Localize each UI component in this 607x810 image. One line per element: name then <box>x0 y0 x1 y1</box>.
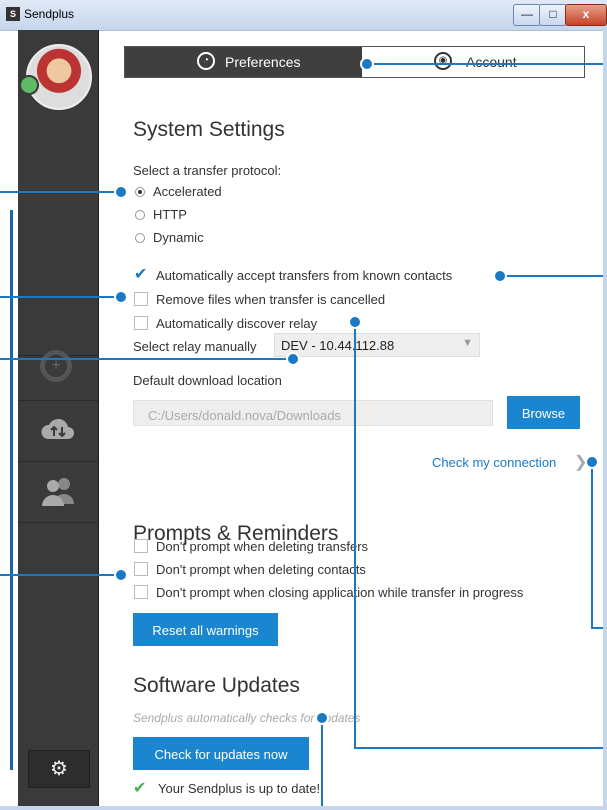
gear-icon: ⚙ <box>50 758 68 780</box>
sidebar-item-transfers[interactable] <box>18 401 98 461</box>
remove-files-checkbox[interactable] <box>134 292 148 306</box>
app-logo-icon: S <box>6 7 20 21</box>
callout-dot <box>585 455 599 469</box>
callout-line <box>500 275 607 277</box>
cloud-transfer-icon <box>41 418 74 439</box>
protocol-accelerated-label[interactable]: Accelerated <box>153 184 222 199</box>
online-status-icon <box>19 75 39 95</box>
auto-accept-label[interactable]: Automatically accept transfers from know… <box>156 268 452 283</box>
prompt-delete-contacts-label[interactable]: Don't prompt when deleting contacts <box>156 562 366 577</box>
callout-line <box>0 296 121 298</box>
callout-dot <box>315 711 329 725</box>
callout-dot <box>114 568 128 582</box>
preferences-icon: ◔ <box>197 52 215 70</box>
app-window: S Sendplus — □ x + ⚙ ◔ Preferences ◉ Acc… <box>0 0 607 810</box>
close-button[interactable]: x <box>565 4 607 26</box>
callout-dot <box>286 352 300 366</box>
protocol-label: Select a transfer protocol: <box>133 163 282 178</box>
add-transfer-icon <box>40 350 72 382</box>
check-connection-link[interactable]: Check my connection <box>432 455 556 470</box>
update-status-text: Your Sendplus is up to date! <box>158 781 321 796</box>
tab-account[interactable]: ◉ Account <box>362 47 584 77</box>
callout-dot <box>114 290 128 304</box>
auto-accept-checkbox[interactable] <box>134 264 148 284</box>
checkmark-icon: ✔ <box>133 780 147 797</box>
settings-tab-switch: ◔ Preferences ◉ Account <box>124 46 585 78</box>
minimize-button[interactable]: — <box>513 4 541 26</box>
account-icon: ◉ <box>434 52 452 70</box>
protocol-accelerated-radio[interactable] <box>135 187 145 197</box>
download-location-label: Default download location <box>133 373 282 388</box>
check-updates-button[interactable]: Check for updates now <box>133 737 309 770</box>
relay-label: Select relay manually <box>133 339 257 354</box>
callout-line <box>0 191 121 193</box>
window-edge-accent <box>10 210 13 770</box>
browse-button[interactable]: Browse <box>507 396 580 429</box>
chevron-down-icon: ▼ <box>462 337 473 349</box>
settings-button[interactable]: ⚙ <box>28 750 90 788</box>
sidebar-add-button[interactable] <box>18 340 98 400</box>
sidebar: ⚙ <box>18 30 99 808</box>
auto-discover-label[interactable]: Automatically discover relay <box>156 316 317 331</box>
callout-line <box>354 747 607 749</box>
remove-files-label[interactable]: Remove files when transfer is cancelled <box>156 292 385 307</box>
protocol-http-label[interactable]: HTTP <box>153 207 187 222</box>
tab-preferences[interactable]: ◔ Preferences <box>125 47 362 77</box>
download-path-input[interactable] <box>133 400 493 426</box>
relay-select[interactable]: DEV - 10.44.112.88 ▼ <box>274 333 480 357</box>
prompt-closing-label[interactable]: Don't prompt when closing application wh… <box>156 585 523 600</box>
protocol-http-radio[interactable] <box>135 210 145 220</box>
relay-select-value: DEV - 10.44.112.88 <box>281 338 395 353</box>
software-updates-heading: Software Updates <box>133 674 300 697</box>
title-bar: S Sendplus — □ x <box>0 0 607 31</box>
contacts-icon <box>42 478 74 506</box>
maximize-button[interactable]: □ <box>539 4 567 26</box>
callout-line <box>354 322 356 748</box>
protocol-dynamic-radio[interactable] <box>135 233 145 243</box>
prompt-closing-checkbox[interactable] <box>134 585 148 599</box>
sidebar-item-contacts[interactable] <box>18 462 98 522</box>
callout-dot <box>493 269 507 283</box>
auto-discover-checkbox[interactable] <box>134 316 148 330</box>
prompt-delete-contacts-checkbox[interactable] <box>134 562 148 576</box>
sidebar-divider <box>18 522 98 523</box>
callout-line <box>0 358 293 360</box>
prompt-delete-transfers-label[interactable]: Don't prompt when deleting transfers <box>156 539 368 554</box>
callout-line <box>321 718 323 810</box>
window-border <box>603 30 607 810</box>
callout-line <box>591 461 593 628</box>
tab-account-label: Account <box>466 54 517 70</box>
reset-warnings-button[interactable]: Reset all warnings <box>133 613 278 646</box>
callout-dot <box>114 185 128 199</box>
prompt-delete-transfers-checkbox[interactable] <box>134 539 148 553</box>
system-settings-heading: System Settings <box>133 118 285 141</box>
callout-line <box>0 574 121 576</box>
window-border <box>0 806 607 810</box>
callout-line <box>367 63 607 65</box>
window-title: Sendplus <box>24 7 75 21</box>
callout-dot <box>348 315 362 329</box>
callout-dot <box>360 57 374 71</box>
protocol-dynamic-label[interactable]: Dynamic <box>153 230 204 245</box>
tab-preferences-label: Preferences <box>225 54 301 70</box>
